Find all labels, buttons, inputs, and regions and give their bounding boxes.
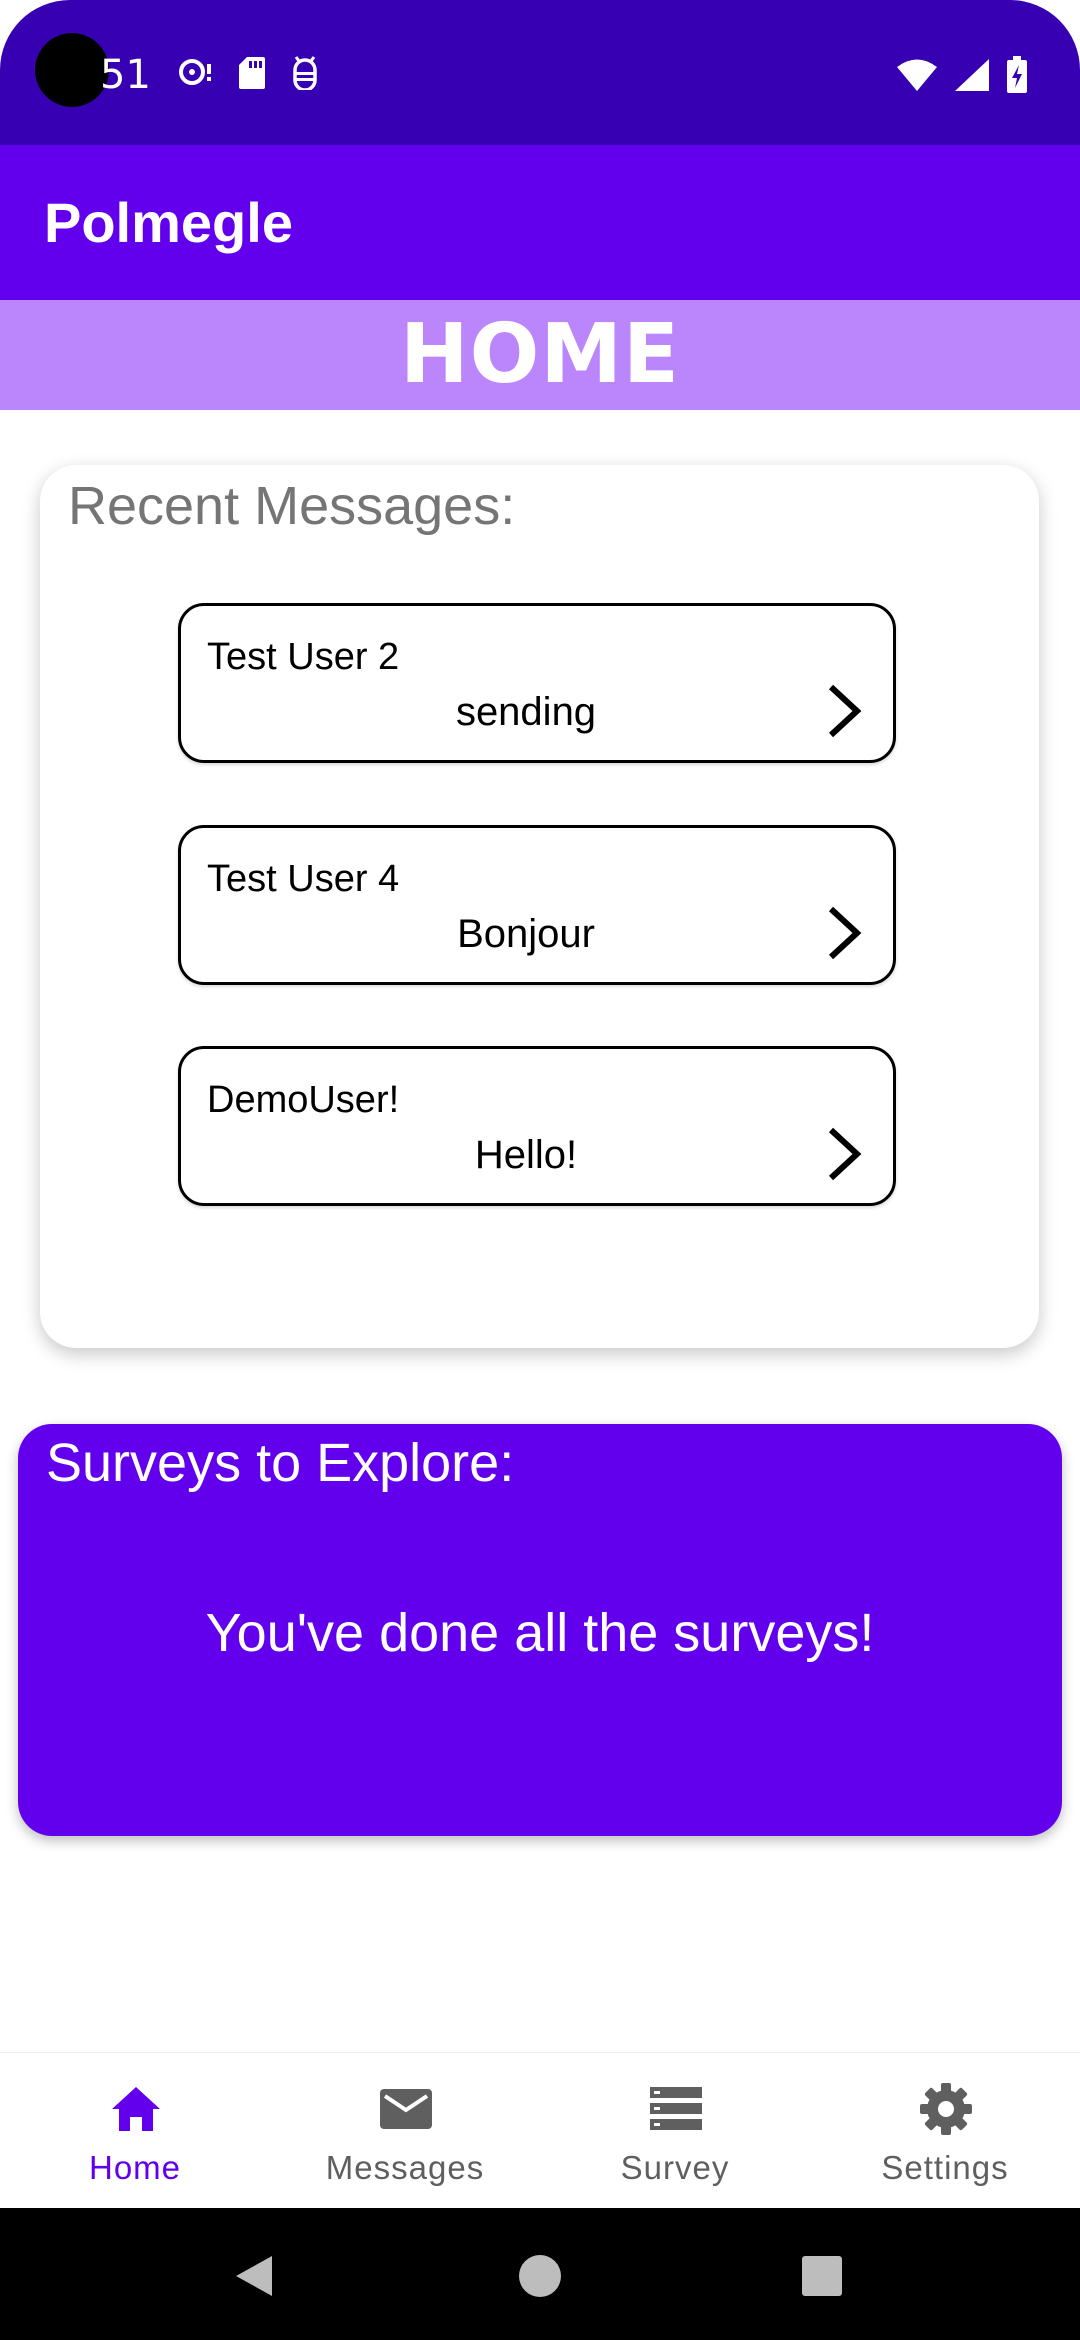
message-sender: Test User 4 <box>207 858 400 900</box>
recent-messages-card: Recent Messages: Test User 2 sending Tes… <box>40 465 1039 1348</box>
back-icon[interactable] <box>232 2254 276 2298</box>
home-circle-icon[interactable] <box>518 2254 562 2298</box>
mail-icon <box>380 2089 432 2129</box>
chevron-right-icon <box>828 906 862 960</box>
battery-charging-icon <box>1007 56 1027 93</box>
message-sender: Test User 2 <box>207 636 400 678</box>
nav-item-home[interactable]: Home <box>0 2053 270 2209</box>
app-title: Polmegle <box>44 191 293 254</box>
message-sender: DemoUser! <box>207 1079 400 1121</box>
sync-alert-icon <box>179 59 211 85</box>
message-preview: sending <box>455 690 597 734</box>
home-icon <box>112 2087 160 2131</box>
nav-item-messages[interactable]: Messages <box>270 2053 540 2209</box>
system-navigation-bar <box>0 2208 1080 2340</box>
nav-item-survey[interactable]: Survey <box>540 2053 810 2209</box>
system-status-icons <box>896 56 1028 94</box>
message-preview: Bonjour <box>457 912 595 956</box>
status-bar: 51 <box>0 0 1080 145</box>
status-time: 51 <box>100 52 151 98</box>
list-icon <box>650 2087 702 2130</box>
sd-card-icon <box>239 57 265 89</box>
camera-cutout <box>35 33 109 107</box>
nav-label: Messages <box>325 2149 485 2186</box>
message-item[interactable]: DemoUser! Hello! <box>178 1046 896 1206</box>
page-title: HOME <box>400 307 680 402</box>
chevron-right-icon <box>828 684 862 738</box>
wifi-icon <box>897 59 937 91</box>
android-debug-icon <box>293 56 317 90</box>
message-item[interactable]: Test User 4 Bonjour <box>178 825 896 985</box>
notification-icons <box>178 56 320 90</box>
surveys-empty-message: You've done all the surveys! <box>205 1603 875 1663</box>
nav-label: Survey <box>620 2149 730 2186</box>
app-bar: Polmegle <box>0 145 1080 300</box>
page-banner: HOME <box>0 300 1080 410</box>
surveys-card: Surveys to Explore: You've done all the … <box>18 1424 1062 1836</box>
chevron-right-icon <box>828 1127 862 1181</box>
nav-item-settings[interactable]: Settings <box>810 2053 1080 2209</box>
message-item[interactable]: Test User 2 sending <box>178 603 896 763</box>
gear-icon <box>920 2083 972 2135</box>
bottom-navigation: Home Messages Survey Settings <box>0 2052 1080 2209</box>
recent-messages-title: Recent Messages: <box>68 476 516 536</box>
nav-label: Home <box>88 2149 182 2186</box>
cellular-signal-icon <box>955 59 989 91</box>
message-preview: Hello! <box>474 1133 578 1177</box>
nav-label: Settings <box>881 2149 1009 2186</box>
surveys-title: Surveys to Explore: <box>46 1433 515 1493</box>
recents-square-icon[interactable] <box>800 2254 844 2298</box>
